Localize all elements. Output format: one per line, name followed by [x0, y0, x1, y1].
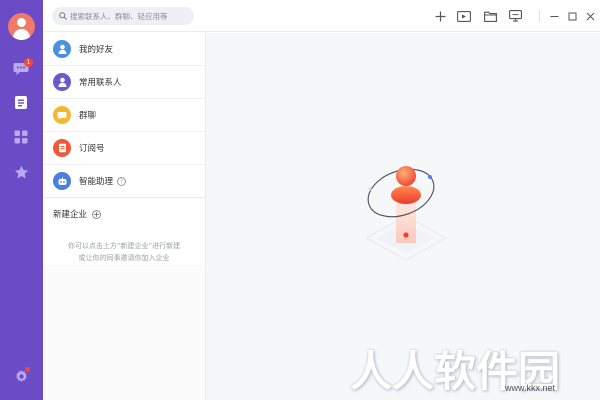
contact-item-label: 订阅号: [79, 144, 105, 154]
close-icon[interactable]: [582, 8, 598, 24]
enterprise-hint: 你可以点击上方“新建企业”进行新建 或让你的同事邀请你加入企业: [43, 240, 205, 264]
contact-item-label: 常用联系人: [79, 78, 122, 88]
add-circle-icon[interactable]: [92, 209, 102, 219]
minimize-icon[interactable]: [546, 8, 562, 24]
search-box[interactable]: [52, 7, 194, 25]
screen-share-icon[interactable]: [507, 8, 523, 24]
subscription-icon: [53, 139, 71, 157]
unread-badge: 1: [24, 58, 33, 67]
star-icon[interactable]: [11, 162, 31, 182]
hint-line-1: 你可以点击上方“新建企业”进行新建: [67, 242, 181, 250]
watermark-url: www.kkx.net: [505, 383, 556, 393]
avatar[interactable]: [8, 13, 35, 40]
contact-item-friends[interactable]: 我的好友: [43, 33, 205, 66]
contacts-panel: 我的好友 常用联系人 群聊 订阅号 智能助理 ? 新建企业 你可以点击上方“新建…: [43, 33, 205, 265]
help-icon[interactable]: ?: [117, 176, 127, 186]
robot-icon: [53, 172, 71, 190]
toolbar-divider: [539, 10, 540, 22]
hint-line-2: 或让你的同事邀请你加入企业: [78, 254, 170, 262]
contact-item-group-chats[interactable]: 群聊: [43, 99, 205, 132]
contact-item-label: 智能助理: [79, 177, 114, 187]
contacts-empty-area: [43, 265, 205, 400]
contact-item-assistant[interactable]: 智能助理 ?: [43, 165, 205, 198]
contacts-icon[interactable]: [11, 92, 31, 112]
add-icon[interactable]: [432, 8, 448, 24]
video-meeting-icon[interactable]: [456, 8, 472, 24]
folder-icon[interactable]: [482, 8, 498, 24]
new-enterprise-row[interactable]: 新建企业: [53, 208, 102, 220]
contact-item-label: 我的好友: [79, 45, 114, 55]
new-enterprise-label: 新建企业: [53, 210, 88, 220]
maximize-icon[interactable]: [564, 8, 580, 24]
avatar-head: [17, 18, 26, 27]
search-input[interactable]: [70, 8, 190, 24]
group-chat-icon: [53, 106, 71, 124]
contact-item-subscriptions[interactable]: 订阅号: [43, 132, 205, 165]
app-window: 1 搜索联系人、群聊、轻应用等 我的好友 常用联系人 群聊 订阅号 智能助理 ?…: [0, 0, 600, 400]
person-icon: [53, 73, 71, 91]
avatar-body: [13, 29, 30, 40]
search-icon: [59, 12, 67, 20]
apps-grid-icon[interactable]: [11, 127, 31, 147]
person-icon: [53, 40, 71, 58]
left-rail: 1: [0, 0, 43, 400]
top-bar: [43, 0, 600, 32]
contact-item-frequent[interactable]: 常用联系人: [43, 66, 205, 99]
contact-item-label: 群聊: [79, 111, 97, 121]
settings-dot: [25, 367, 30, 372]
